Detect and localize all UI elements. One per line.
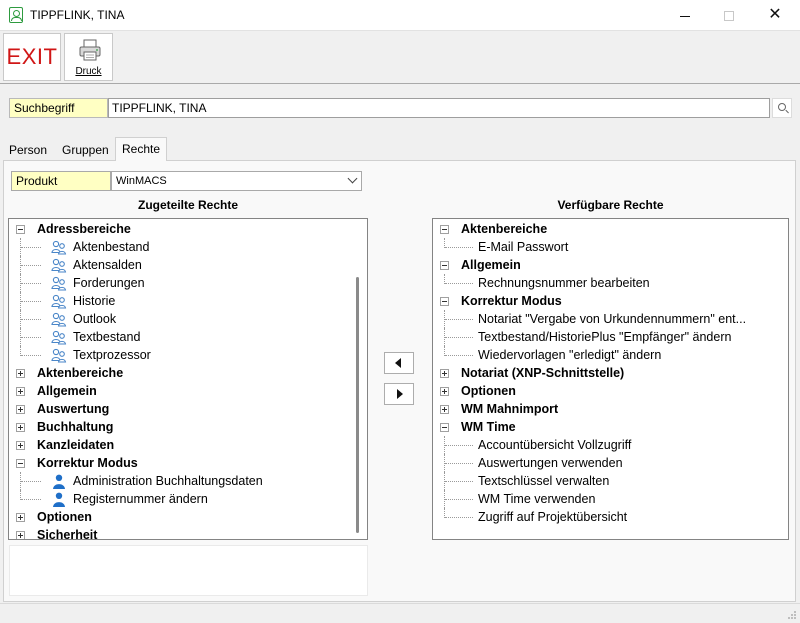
expand-icon[interactable] — [16, 405, 25, 414]
tree-group[interactable]: Buchhaltung — [9, 418, 367, 436]
resize-grip-icon[interactable] — [787, 610, 797, 620]
user-card-icon — [9, 7, 23, 23]
expand-icon[interactable] — [16, 387, 25, 396]
tree-group[interactable]: WM Mahnimport — [433, 400, 788, 418]
maximize-button[interactable] — [706, 0, 752, 30]
collapse-icon[interactable] — [16, 459, 25, 468]
tab-rechte[interactable]: Rechte — [115, 137, 168, 161]
scrollbar-thumb[interactable] — [356, 277, 359, 533]
product-selected-value: WinMACS — [116, 175, 167, 187]
assigned-tree-scrollbar[interactable] — [350, 219, 367, 539]
chevron-down-icon — [347, 173, 358, 184]
tab-person[interactable]: Person — [3, 139, 53, 160]
tree-item[interactable]: Auswertungen verwenden — [433, 454, 788, 472]
user-icon — [53, 492, 65, 507]
tree-group[interactable]: Sicherheit — [9, 526, 367, 539]
remove-right-button[interactable] — [384, 383, 414, 405]
expand-icon[interactable] — [16, 531, 25, 539]
tree-group[interactable]: Korrektur Modus — [433, 292, 788, 310]
user-group-icon — [51, 240, 67, 255]
exit-button[interactable]: EXIT — [3, 33, 61, 81]
user-icon — [53, 474, 65, 489]
collapse-icon[interactable] — [440, 423, 449, 432]
collapse-icon[interactable] — [440, 261, 449, 270]
tree-item[interactable]: Administration Buchhaltungsdaten — [9, 472, 367, 490]
tree-item[interactable]: Wiedervorlagen "erledigt" ändern — [433, 346, 788, 364]
description-box — [9, 545, 368, 596]
collapse-icon[interactable] — [440, 297, 449, 306]
maximize-icon — [724, 11, 734, 22]
collapse-icon[interactable] — [440, 225, 449, 234]
toolbar: EXIT Druck — [0, 31, 800, 84]
tree-item[interactable]: Registernummer ändern — [9, 490, 367, 508]
tree-item[interactable]: Aktenbestand — [9, 238, 367, 256]
search-label: Suchbegriff — [9, 98, 108, 118]
tree-item[interactable]: Accountübersicht Vollzugriff — [433, 436, 788, 454]
window-title: TIPPFLINK, TINA — [30, 8, 125, 22]
print-label: Druck — [75, 66, 102, 77]
tree-group[interactable]: Aktenbereiche — [9, 364, 367, 382]
close-button[interactable]: ✕ — [752, 0, 798, 30]
tree-item[interactable]: Rechnungsnummer bearbeiten — [433, 274, 788, 292]
tree-item[interactable]: Zugriff auf Projektübersicht — [433, 508, 788, 526]
search-button[interactable] — [772, 98, 792, 118]
tab-gruppen[interactable]: Gruppen — [56, 139, 115, 160]
tree-item[interactable]: Textprozessor — [9, 346, 367, 364]
user-group-icon — [51, 312, 67, 327]
available-rights-tree[interactable]: Aktenbereiche E-Mail Passwort Allgemein … — [432, 218, 789, 540]
assigned-rights-tree[interactable]: Adressbereiche Aktenbestand Aktensalden … — [8, 218, 368, 540]
product-label: Produkt — [11, 171, 111, 191]
expand-icon[interactable] — [440, 405, 449, 414]
tree-group[interactable]: Auswertung — [9, 400, 367, 418]
tree-item[interactable]: Outlook — [9, 310, 367, 328]
available-rights-heading: Verfügbare Rechte — [557, 198, 664, 212]
tree-item[interactable]: Notariat "Vergabe von Urkundennummern" e… — [433, 310, 788, 328]
product-select[interactable]: WinMACS — [111, 171, 362, 191]
user-group-icon — [51, 258, 67, 273]
tree-group[interactable]: Kanzleidaten — [9, 436, 367, 454]
print-button[interactable]: Druck — [64, 33, 113, 81]
tree-group[interactable]: Aktenbereiche — [433, 220, 788, 238]
tree-group[interactable]: Optionen — [433, 382, 788, 400]
assigned-rights-heading: Zugeteilte Rechte — [137, 198, 239, 212]
title-bar: TIPPFLINK, TINA ✕ — [0, 0, 800, 31]
arrow-left-icon — [395, 358, 401, 368]
user-group-icon — [51, 276, 67, 291]
tree-group[interactable]: Allgemein — [9, 382, 367, 400]
expand-icon[interactable] — [16, 441, 25, 450]
tree-item[interactable]: Aktensalden — [9, 256, 367, 274]
tree-item[interactable]: E-Mail Passwort — [433, 238, 788, 256]
expand-icon[interactable] — [440, 369, 449, 378]
tree-group[interactable]: Notariat (XNP-Schnittstelle) — [433, 364, 788, 382]
expand-icon[interactable] — [440, 387, 449, 396]
tree-item[interactable]: Textbestand — [9, 328, 367, 346]
tree-group[interactable]: Adressbereiche — [9, 220, 367, 238]
tree-item[interactable]: Historie — [9, 292, 367, 310]
minimize-button[interactable] — [662, 0, 708, 30]
search-input[interactable] — [108, 98, 770, 118]
tree-group[interactable]: Allgemein — [433, 256, 788, 274]
tree-group[interactable]: WM Time — [433, 418, 788, 436]
user-group-icon — [51, 348, 67, 363]
user-group-icon — [51, 330, 67, 345]
tree-item[interactable]: Forderungen — [9, 274, 367, 292]
status-bar — [0, 603, 800, 623]
arrow-right-icon — [397, 389, 403, 399]
collapse-icon[interactable] — [16, 225, 25, 234]
expand-icon[interactable] — [16, 423, 25, 432]
tree-item[interactable]: Textbestand/HistoriePlus "Empfänger" änd… — [433, 328, 788, 346]
user-group-icon — [51, 294, 67, 309]
minimize-icon — [680, 15, 690, 17]
tree-item[interactable]: WM Time verwenden — [433, 490, 788, 508]
assign-right-button[interactable] — [384, 352, 414, 374]
expand-icon[interactable] — [16, 369, 25, 378]
tree-group[interactable]: Korrektur Modus — [9, 454, 367, 472]
printer-icon — [79, 39, 101, 61]
tree-group[interactable]: Optionen — [9, 508, 367, 526]
close-icon: ✕ — [768, 6, 782, 23]
tree-item[interactable]: Textschlüssel verwalten — [433, 472, 788, 490]
expand-icon[interactable] — [16, 513, 25, 522]
